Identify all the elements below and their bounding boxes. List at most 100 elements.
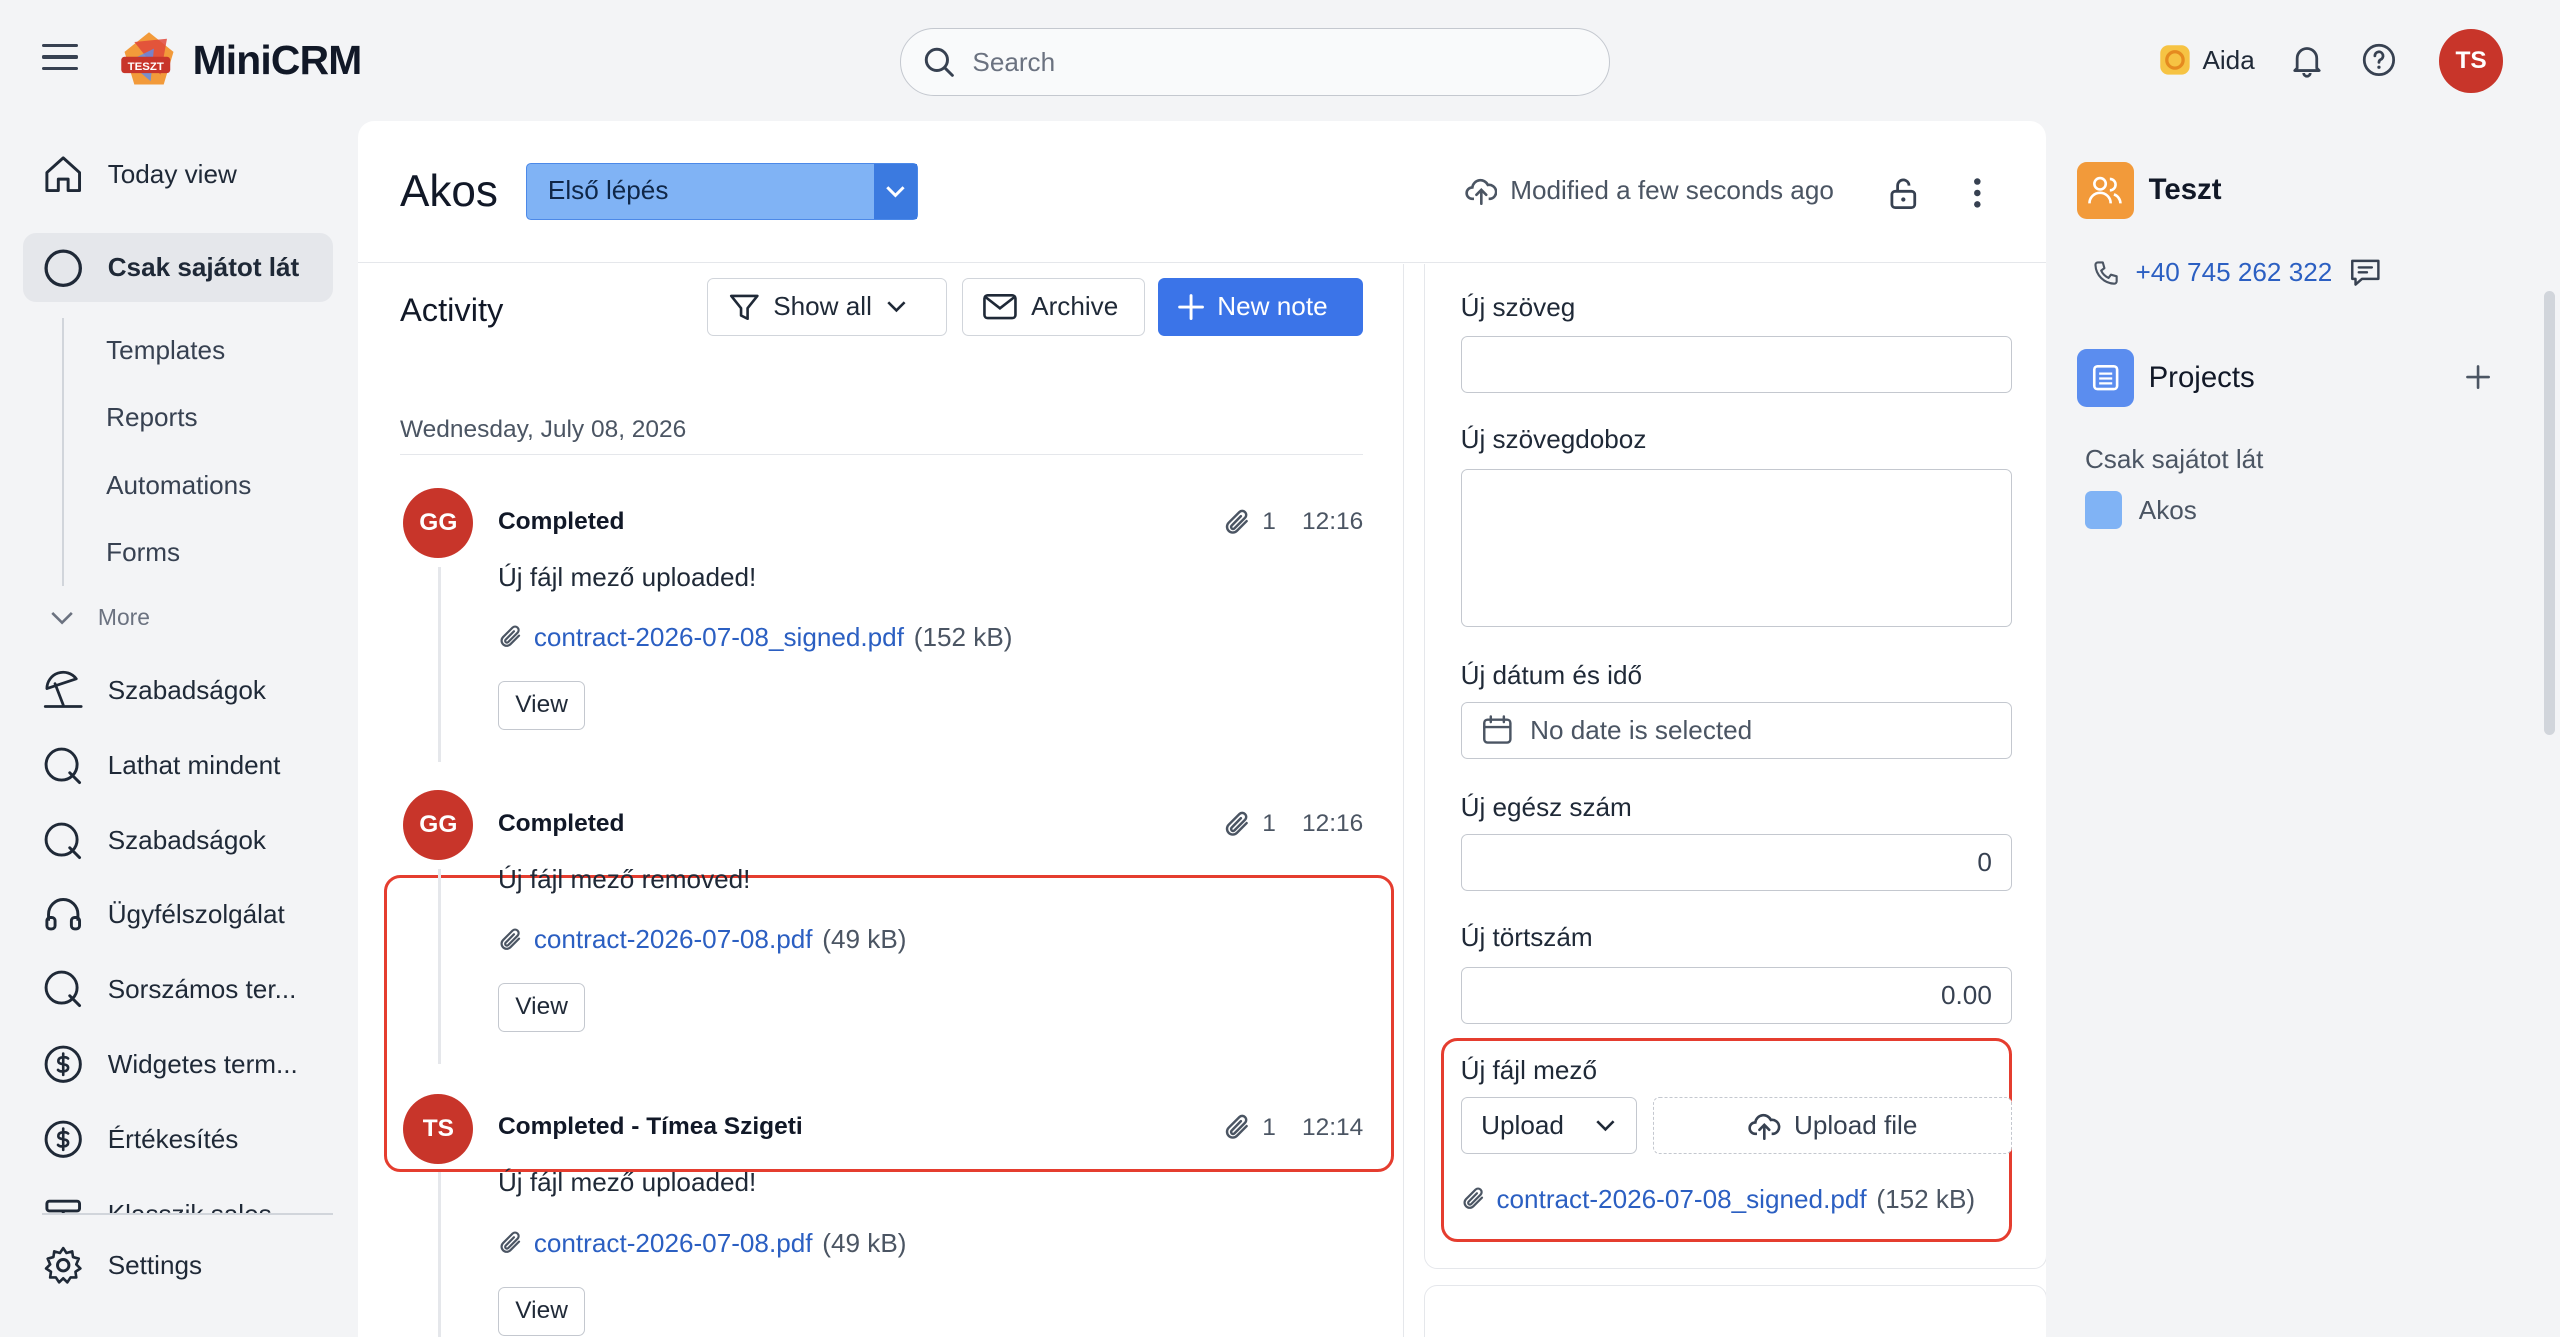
archive-label: Archive <box>1031 291 1119 322</box>
field-label-textarea: Új szövegdoboz <box>1460 424 1647 455</box>
archive-button[interactable]: Archive <box>961 277 1145 337</box>
view-button[interactable]: View <box>497 1286 586 1336</box>
sidebar-more-toggle[interactable]: More <box>49 604 150 631</box>
datetime-field[interactable]: No date is selected <box>1460 702 2013 760</box>
help-icon[interactable] <box>2361 42 2397 78</box>
phone-link[interactable]: +40 745 262 322 <box>2136 257 2333 288</box>
entry-title: Completed <box>497 809 625 837</box>
sidebar-module-lathat-mindent[interactable]: Lathat mindent <box>23 731 333 800</box>
sidebar-module-ertekesites[interactable]: Értékesítés <box>23 1105 333 1174</box>
sidebar-subitem-forms[interactable]: Forms <box>106 537 180 568</box>
view-button[interactable]: View <box>497 680 586 730</box>
upload-select-label: Upload <box>1481 1110 1564 1141</box>
page-scrollbar[interactable] <box>2543 290 2556 735</box>
sidebar-item-csak-sajatot-lat[interactable]: Csak sajátot lát <box>22 233 334 303</box>
paperclip-icon <box>1225 1115 1248 1140</box>
app-logo[interactable]: TESZT MiniCRM <box>118 29 362 91</box>
file-link[interactable]: contract-2026-07-08.pdf <box>534 924 813 955</box>
record-title: Akos <box>399 166 498 216</box>
integer-field[interactable]: 0 <box>1460 834 2013 892</box>
datetime-placeholder: No date is selected <box>1530 715 1753 746</box>
paperclip-icon <box>1463 1187 1483 1209</box>
search-icon <box>925 47 955 77</box>
chevron-down-icon <box>887 301 906 313</box>
sidebar-subitem-reports[interactable]: Reports <box>106 402 197 433</box>
submenu-line <box>62 318 64 587</box>
search-circle-icon <box>45 822 82 859</box>
entry-meta: 1 12:14 <box>1223 1113 1363 1142</box>
textarea-field[interactable] <box>1460 468 2013 627</box>
sidebar-module-klasszik-sales[interactable]: Klasszik sales... <box>23 1180 333 1214</box>
paperclip-icon <box>1225 811 1248 836</box>
entry-message: Új fájl mező uploaded! <box>497 1167 757 1198</box>
sidebar-settings[interactable]: Settings <box>23 1231 333 1300</box>
bell-icon[interactable] <box>2289 42 2325 79</box>
attachment-count: 1 <box>1262 508 1276 536</box>
chevron-down-icon <box>51 611 73 625</box>
hamburger-menu-icon[interactable] <box>42 44 79 77</box>
aida-button[interactable]: Aida <box>2157 42 2255 78</box>
upload-file-label: Upload file <box>1794 1110 1918 1141</box>
decimal-field[interactable]: 0.00 <box>1460 966 2013 1024</box>
field-label-file: Új fájl mező <box>1460 1054 1597 1085</box>
cloud-upload-icon <box>1464 178 1497 205</box>
sidebar-item-label: Sorszámos ter... <box>107 973 297 1004</box>
contact-header[interactable]: Teszt <box>2076 161 2222 219</box>
text-field[interactable] <box>1460 336 2013 394</box>
sign-icon <box>45 1200 82 1214</box>
mail-icon <box>983 294 1017 320</box>
entry-message: Új fájl mező removed! <box>497 863 751 894</box>
sidebar-subitem-templates[interactable]: Templates <box>106 335 225 366</box>
file-link[interactable]: contract-2026-07-08_signed.pdf <box>1496 1184 1866 1215</box>
chevron-down-icon[interactable] <box>874 164 917 220</box>
sidebar-module-sorszamos[interactable]: Sorszámos ter... <box>23 955 333 1024</box>
user-avatar[interactable]: TS <box>2439 29 2503 94</box>
sidebar-module-szabadsagok[interactable]: Szabadságok <box>23 656 333 725</box>
sidebar-module-widgetes[interactable]: Widgetes term... <box>23 1030 333 1099</box>
project-item[interactable]: Akos <box>2084 491 2197 529</box>
stage-dropdown[interactable]: Első lépés <box>525 163 918 221</box>
show-all-filter[interactable]: Show all <box>706 277 947 337</box>
headset-icon <box>45 898 82 931</box>
sidebar-item-label: Today view <box>107 159 237 190</box>
cloud-upload-icon <box>1748 1113 1781 1141</box>
sidebar-clipped-area: Klasszik sales... <box>23 1180 333 1214</box>
file-size: (152 kB) <box>913 622 1013 653</box>
record-card: Akos Első lépés Modified a few seconds a… <box>357 120 2046 1337</box>
sidebar-divider <box>42 1213 334 1215</box>
sidebar-module-ugyfelszolgalat[interactable]: Ügyfélszolgálat <box>23 880 333 949</box>
unlock-icon[interactable] <box>1887 175 1920 211</box>
top-bar: TESZT MiniCRM Aida TS <box>0 0 2560 121</box>
search-bar[interactable] <box>899 27 1610 97</box>
stage-label: Első lépés <box>547 175 669 206</box>
field-label-integer: Új egész szám <box>1460 791 1632 822</box>
new-note-button[interactable]: New note <box>1157 277 1364 337</box>
avatar: GG <box>403 488 474 559</box>
dollar-icon <box>45 1045 83 1084</box>
file-link[interactable]: contract-2026-07-08.pdf <box>534 1228 813 1259</box>
sidebar-subitem-automations[interactable]: Automations <box>106 470 251 501</box>
sidebar-module-szabadsagok-2[interactable]: Szabadságok <box>23 807 333 876</box>
search-circle-icon <box>45 747 82 784</box>
view-button[interactable]: View <box>497 982 586 1032</box>
entry-meta: 1 12:16 <box>1223 508 1363 537</box>
projects-group-label: Csak sajátot lát <box>2084 444 2264 475</box>
file-link[interactable]: contract-2026-07-08_signed.pdf <box>534 622 904 653</box>
upload-file-button[interactable]: Upload file <box>1653 1097 2013 1155</box>
fields-panel: Új szöveg Új szövegdoboz Új dátum és idő… <box>1423 264 2046 1269</box>
add-project-icon[interactable] <box>2465 364 2491 390</box>
sidebar-item-today-view[interactable]: Today view <box>23 140 333 209</box>
entry-file: contract-2026-07-08_signed.pdf (152 kB) <box>498 622 1013 653</box>
entry-time: 12:16 <box>1301 508 1364 536</box>
more-options-icon[interactable] <box>1961 175 1994 211</box>
modified-status: Modified a few seconds ago <box>1464 175 1834 206</box>
sidebar-item-label: Csak sajátot lát <box>107 252 300 283</box>
upload-select[interactable]: Upload <box>1460 1097 1637 1155</box>
activity-entry: TS Completed - Tímea Szigeti 1 12:14 Új … <box>400 1093 1363 1337</box>
search-input[interactable] <box>972 46 1561 78</box>
timeline-line <box>437 868 441 1065</box>
file-size: (49 kB) <box>822 924 907 955</box>
attachment-count: 1 <box>1262 1114 1276 1142</box>
right-panel: Teszt +40 745 262 322 Projects Csak sajá… <box>2060 121 2550 1337</box>
message-icon[interactable] <box>2349 256 2382 289</box>
